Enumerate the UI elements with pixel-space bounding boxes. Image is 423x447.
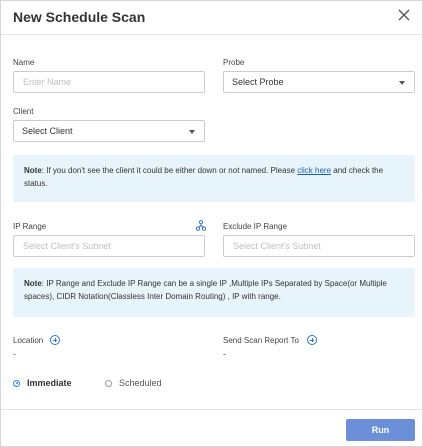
- name-label: Name: [13, 58, 35, 67]
- radio-selected-icon: [13, 379, 20, 387]
- radio-unselected-icon: [105, 379, 112, 387]
- note-bold-label: Note: [24, 279, 42, 288]
- exclude-ip-range-label: Exclude IP Range: [223, 222, 287, 231]
- location-value: -: [13, 349, 16, 359]
- close-icon[interactable]: [396, 7, 412, 23]
- send-report-label: Send Scan Report To: [223, 336, 299, 345]
- new-schedule-scan-dialog: New Schedule Scan Name Probe Select Prob…: [0, 0, 423, 447]
- name-input[interactable]: [13, 71, 205, 93]
- click-here-link[interactable]: click here: [297, 166, 331, 175]
- scheduled-radio-label: Scheduled: [119, 378, 162, 388]
- probe-select[interactable]: Select Probe: [223, 71, 415, 93]
- ip-range-note-text: : IP Range and Exclude IP Range can be a…: [24, 279, 387, 301]
- dialog-title: New Schedule Scan: [13, 9, 146, 25]
- client-note: Note: If you don't see the client it cou…: [13, 155, 415, 202]
- exclude-ip-range-input[interactable]: [223, 235, 415, 257]
- client-select-value: Select Client: [22, 126, 73, 136]
- ip-range-note: Note: IP Range and Exclude IP Range can …: [13, 268, 415, 317]
- footer-divider: [1, 409, 422, 410]
- immediate-radio-label: Immediate: [27, 378, 72, 388]
- chevron-down-icon: [189, 130, 195, 134]
- network-icon[interactable]: [196, 220, 206, 231]
- ip-range-label: IP Range: [13, 222, 47, 231]
- immediate-radio[interactable]: Immediate: [13, 378, 72, 388]
- scheduled-radio[interactable]: Scheduled: [105, 378, 162, 388]
- add-location-icon[interactable]: [50, 335, 60, 345]
- chevron-down-icon: [399, 81, 405, 85]
- probe-label: Probe: [223, 58, 245, 67]
- client-select[interactable]: Select Client: [13, 120, 205, 142]
- client-note-text: : If you don't see the client it could b…: [41, 166, 298, 175]
- dialog-header: New Schedule Scan: [1, 1, 422, 35]
- client-label: Client: [13, 107, 34, 116]
- probe-select-value: Select Probe: [232, 77, 284, 87]
- ip-range-input[interactable]: [13, 235, 205, 257]
- run-button[interactable]: Run: [346, 419, 415, 441]
- location-label: Location: [13, 336, 44, 345]
- note-bold-label: Note: [24, 166, 42, 175]
- add-report-recipient-icon[interactable]: [307, 335, 317, 345]
- send-report-value: -: [223, 349, 226, 359]
